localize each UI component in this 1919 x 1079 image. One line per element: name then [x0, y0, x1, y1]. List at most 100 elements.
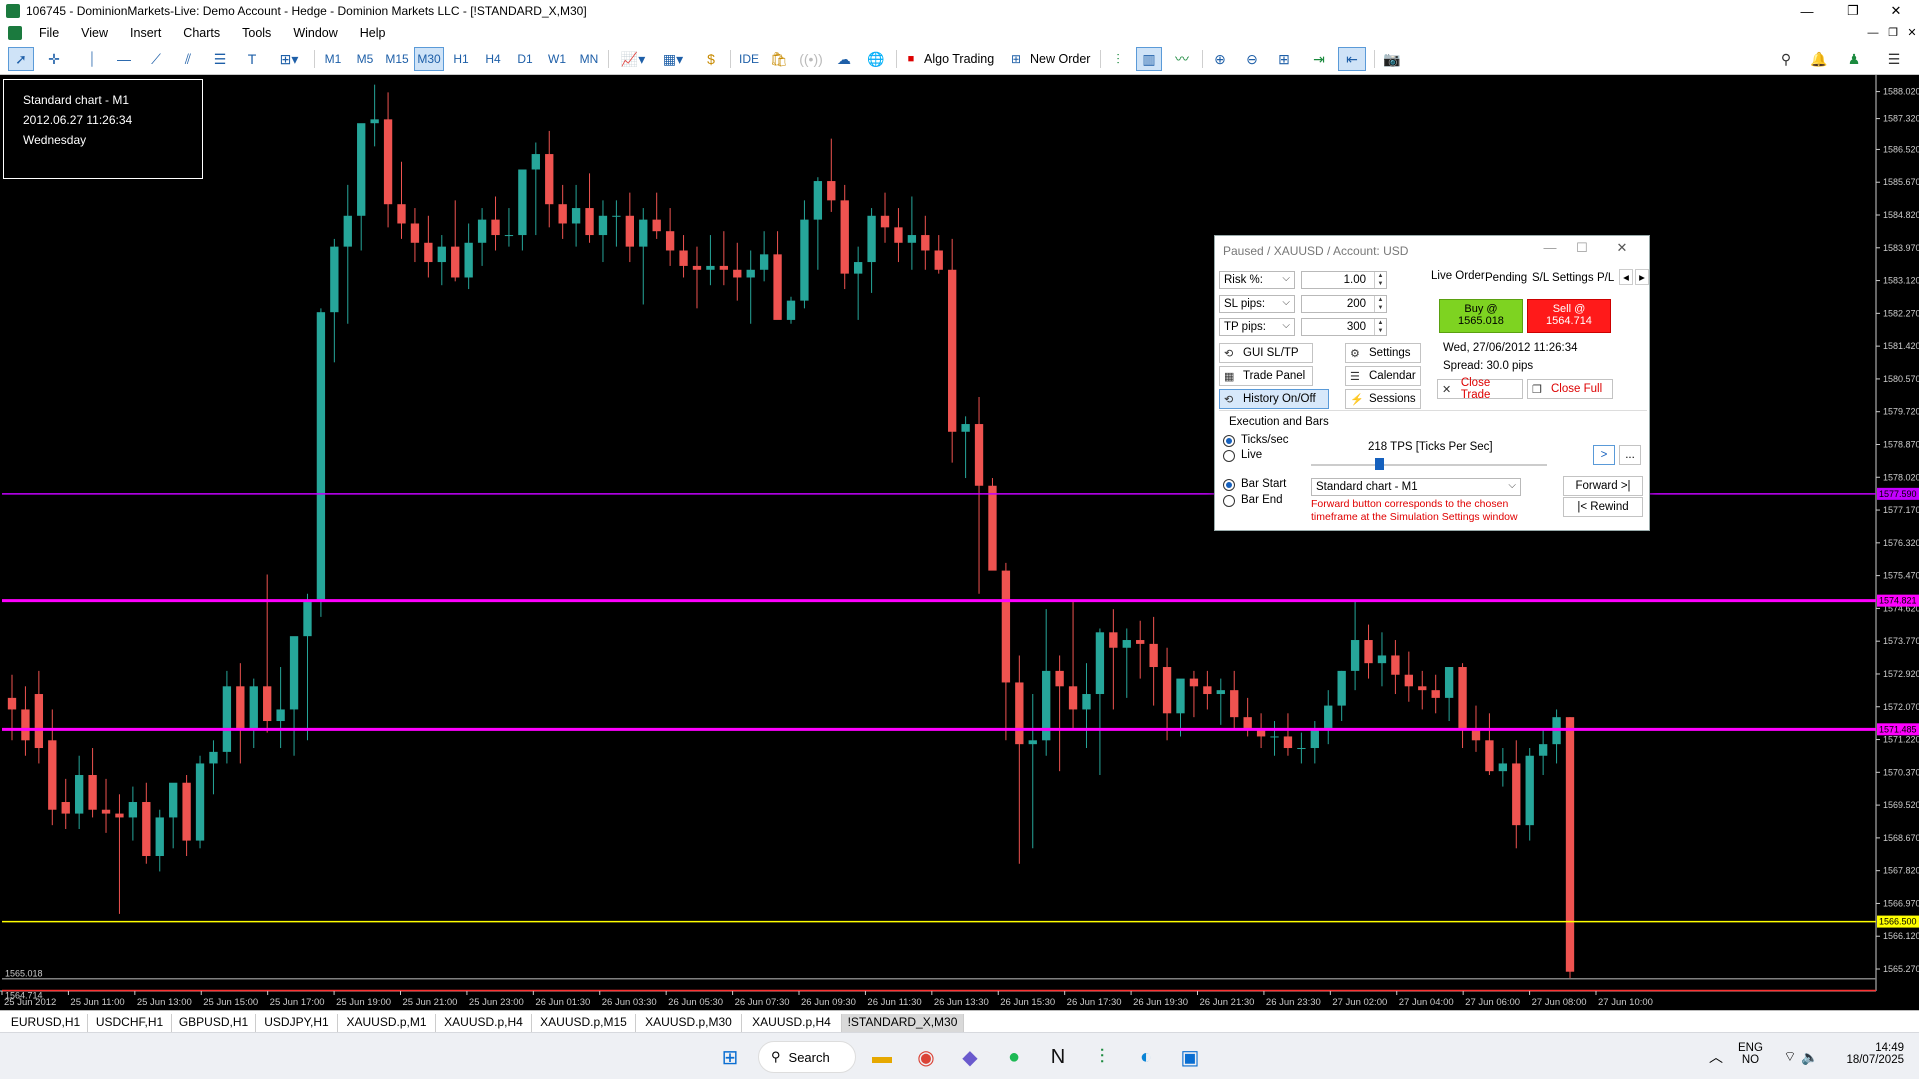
forward-button[interactable]: Forward >|: [1563, 476, 1643, 496]
menu-insert[interactable]: Insert: [119, 26, 172, 40]
gui-sltp-button[interactable]: ⟲ GUI SL/TP: [1219, 343, 1313, 363]
text-tool-icon[interactable]: T: [240, 47, 264, 71]
shopping-bag-icon[interactable]: 🛍: [768, 47, 790, 71]
notion-icon[interactable]: N: [1044, 1043, 1072, 1071]
chrome-icon[interactable]: ◉: [912, 1043, 940, 1071]
live-radio[interactable]: [1223, 450, 1235, 462]
menu-charts[interactable]: Charts: [172, 26, 231, 40]
panel-minimize-icon[interactable]: —: [1535, 240, 1565, 255]
chart-tab[interactable]: USDCHF,H1: [88, 1014, 172, 1032]
user-menu-icon[interactable]: ☰: [1876, 47, 1912, 71]
visual-studio-icon[interactable]: ◆: [956, 1043, 984, 1071]
clock[interactable]: 14:49 18/07/2025: [1838, 1042, 1904, 1066]
history-toggle-button[interactable]: ⟲ History On/Off: [1219, 389, 1329, 409]
tab-live-order[interactable]: Live Order: [1431, 270, 1485, 284]
sell-button[interactable]: Sell @ 1564.714: [1527, 299, 1611, 333]
buy-button[interactable]: Buy @ 1565.018: [1439, 299, 1523, 333]
trade-panel-button[interactable]: ▦ Trade Panel: [1219, 366, 1313, 386]
close-full-button[interactable]: ❐ Close Full: [1527, 379, 1613, 399]
search-icon[interactable]: ⚲: [1774, 47, 1798, 71]
tray-chevron-up-icon[interactable]: ︿: [1702, 1043, 1730, 1071]
tf-h1[interactable]: H1: [446, 47, 476, 71]
tf-m5[interactable]: M5: [350, 47, 380, 71]
tf-m30[interactable]: M30: [414, 47, 444, 71]
shapes-menu-icon[interactable]: ⊞▾: [272, 47, 306, 71]
fibonacci-icon[interactable]: ☰: [208, 47, 232, 71]
vps-cloud-icon[interactable]: ☁: [832, 47, 856, 71]
chart-tab[interactable]: XAUUSD.p,H4: [436, 1014, 532, 1032]
bar-start-radio[interactable]: [1223, 479, 1235, 491]
ide-button[interactable]: IDE: [734, 47, 764, 71]
tab-scroll-right-icon[interactable]: ▸: [1635, 269, 1649, 285]
new-order-icon[interactable]: ⊞: [1008, 47, 1024, 71]
minimize-button[interactable]: —: [1784, 0, 1830, 22]
menu-file[interactable]: File: [28, 26, 70, 40]
calendar-button[interactable]: ☰ Calendar: [1345, 366, 1421, 386]
chart-timeframe-select[interactable]: Standard chart - M1 ⌵: [1311, 478, 1521, 496]
tp-input[interactable]: 300 ▲ ▼: [1301, 318, 1387, 336]
sl-mode-select[interactable]: SL pips: ⌵: [1219, 295, 1295, 313]
windows-start-icon[interactable]: ⊞: [716, 1043, 744, 1071]
tps-slider-track[interactable]: [1311, 464, 1547, 466]
crosshair-tool-icon[interactable]: ✛: [42, 47, 66, 71]
settings-button[interactable]: ⚙ Settings: [1345, 343, 1421, 363]
horizontal-line-icon[interactable]: ―: [112, 47, 136, 71]
notifications-icon[interactable]: 🔔: [1806, 47, 1832, 71]
chart-tab-active[interactable]: !STANDARD_X,M30: [842, 1014, 964, 1032]
close-trade-button[interactable]: ✕ Close Trade: [1437, 377, 1523, 401]
step-next-button[interactable]: >: [1593, 445, 1615, 465]
panel-maximize-icon[interactable]: ☐: [1567, 240, 1597, 256]
signals-icon[interactable]: ((•)): [798, 47, 824, 71]
line-chart-icon[interactable]: 〰: [1170, 47, 1194, 71]
chart-tab[interactable]: GBPUSD,H1: [172, 1014, 256, 1032]
market-icon[interactable]: $: [700, 47, 722, 71]
tf-m1[interactable]: M1: [318, 47, 348, 71]
rewind-button[interactable]: |< Rewind: [1563, 497, 1643, 517]
tab-pl[interactable]: P/L: [1597, 272, 1614, 284]
spotify-icon[interactable]: ●: [1000, 1043, 1028, 1071]
screenshot-icon[interactable]: 📷: [1380, 47, 1404, 71]
tab-sl-settings[interactable]: S/L Settings: [1532, 272, 1594, 284]
zoom-in-icon[interactable]: ⊕: [1208, 47, 1232, 71]
app-menu-icon[interactable]: [8, 25, 22, 40]
chart-type-icon[interactable]: 📈▾: [616, 47, 650, 71]
sl-stepper[interactable]: ▲ ▼: [1374, 296, 1386, 312]
tp-mode-select[interactable]: TP pips: ⌵: [1219, 318, 1295, 336]
chart-tab[interactable]: XAUUSD.p,M15: [532, 1014, 636, 1032]
metatrader-icon[interactable]: ⫶: [1088, 1043, 1116, 1071]
chart-tab[interactable]: EURUSD,H1: [4, 1014, 88, 1032]
web-icon[interactable]: 🌐: [864, 47, 888, 71]
zoom-out-icon[interactable]: ⊖: [1240, 47, 1264, 71]
chart-shift-icon[interactable]: ⇤: [1338, 47, 1366, 71]
risk-input[interactable]: 1.00 ▲ ▼: [1301, 271, 1387, 289]
chart-tab[interactable]: XAUUSD.p,M1: [338, 1014, 436, 1032]
menu-tools[interactable]: Tools: [231, 26, 282, 40]
channel-icon[interactable]: ⫽: [176, 47, 200, 71]
trendline-icon[interactable]: ⟋: [144, 47, 168, 71]
risk-mode-select[interactable]: Risk %: ⌵: [1219, 271, 1295, 289]
volume-icon[interactable]: 🔈: [1796, 1043, 1824, 1071]
sl-input[interactable]: 200 ▲ ▼: [1301, 295, 1387, 313]
candlestick-chart-icon[interactable]: ▥: [1136, 47, 1162, 71]
file-explorer-icon[interactable]: ▬: [868, 1043, 896, 1071]
close-button[interactable]: ✕: [1873, 0, 1919, 22]
tf-h4[interactable]: H4: [478, 47, 508, 71]
vertical-line-icon[interactable]: ⏐: [80, 47, 104, 71]
language-indicator[interactable]: ENG NO: [1738, 1042, 1763, 1066]
tf-m15[interactable]: M15: [382, 47, 412, 71]
templates-icon[interactable]: ▦▾: [656, 47, 690, 71]
chart-tab[interactable]: XAUUSD.p,M30: [636, 1014, 742, 1032]
tab-pending[interactable]: Pending: [1485, 272, 1527, 284]
tf-mn[interactable]: MN: [574, 47, 604, 71]
chart-tab[interactable]: XAUUSD.p,H4: [742, 1014, 842, 1032]
tp-stepper[interactable]: ▲ ▼: [1374, 319, 1386, 335]
restore-button[interactable]: ❐: [1830, 0, 1876, 22]
bar-end-radio[interactable]: [1223, 495, 1235, 507]
chart-tab[interactable]: USDJPY,H1: [256, 1014, 338, 1032]
mdi-minimize-icon[interactable]: —: [1862, 22, 1884, 43]
chart-area[interactable]: 1588.020 1587.320 1586.520 1585.670 1584.820…: [0, 75, 1919, 1010]
menu-view[interactable]: View: [70, 26, 119, 40]
autoscroll-icon[interactable]: ⇥: [1306, 47, 1332, 71]
account-icon[interactable]: ♟: [1842, 47, 1866, 71]
algo-trading-icon[interactable]: ■: [904, 47, 918, 71]
